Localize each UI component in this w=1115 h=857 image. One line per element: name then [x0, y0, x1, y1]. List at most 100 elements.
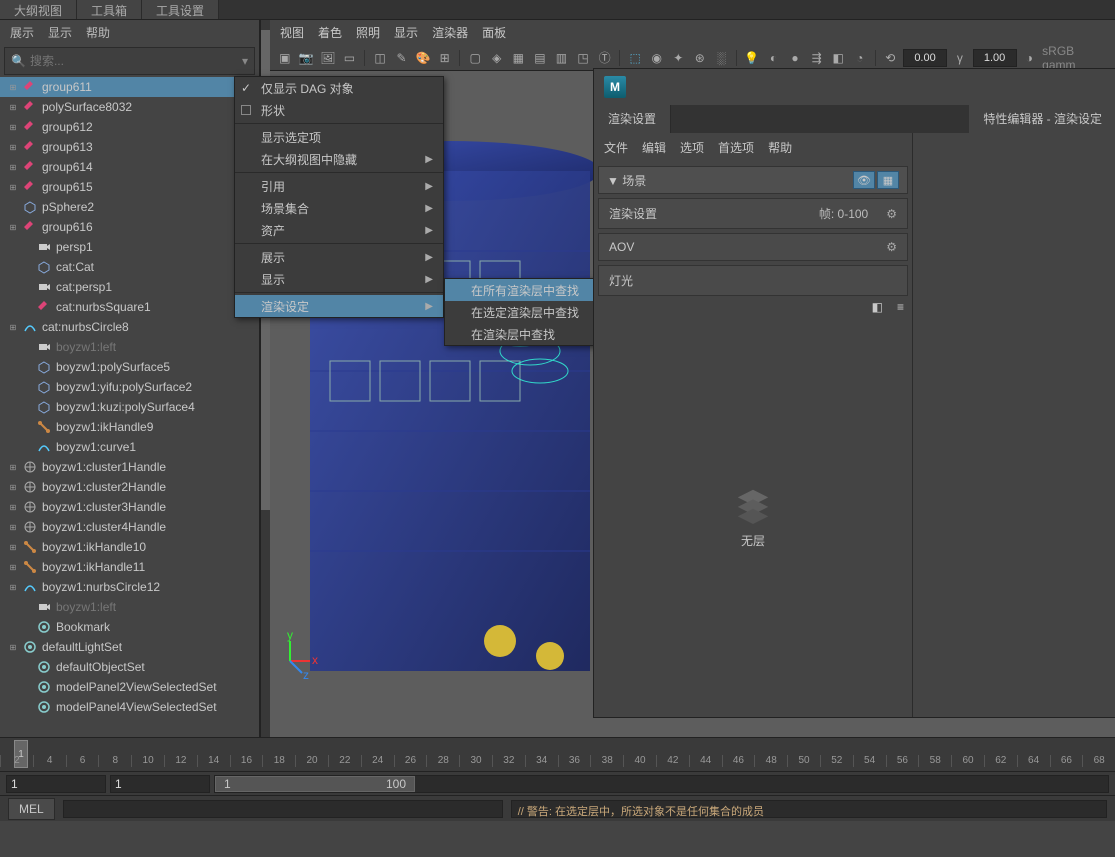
menu-item[interactable]: 场景集合▶: [235, 197, 443, 219]
vp-menu-renderer[interactable]: 渲染器: [432, 24, 468, 41]
menu-item[interactable]: 资产▶: [235, 219, 443, 241]
outliner-item[interactable]: modelPanel4ViewSelectedSet: [0, 697, 259, 717]
tab-render-settings[interactable]: 渲染设置: [594, 105, 671, 133]
camera-select-icon[interactable]: ▣: [276, 49, 294, 67]
lights-icon[interactable]: 💡: [743, 49, 761, 67]
outliner-item[interactable]: boyzw1:kuzi:polySurface4: [0, 397, 259, 417]
outliner-item[interactable]: modelPanel2ViewSelectedSet: [0, 677, 259, 697]
menu-item[interactable]: 渲染设定▶: [235, 295, 443, 317]
outliner-item[interactable]: boyzw1:yifu:polySurface2: [0, 377, 259, 397]
outliner-item[interactable]: ⊞boyzw1:ikHandle10: [0, 537, 259, 557]
resolution-gate-icon[interactable]: ▢: [466, 49, 484, 67]
gear-icon[interactable]: ⚙: [886, 207, 897, 221]
wireframe-icon[interactable]: ⊞: [436, 49, 454, 67]
outliner-item[interactable]: ⊞boyzw1:cluster2Handle: [0, 477, 259, 497]
rd-menu-options[interactable]: 选项: [680, 139, 704, 156]
safe-title-icon[interactable]: ▤: [531, 49, 549, 67]
tab-property-editor[interactable]: 特性编辑器 - 渲染设定: [969, 105, 1115, 133]
outliner-item[interactable]: ⊞group616: [0, 217, 259, 237]
tab-tool-settings[interactable]: 工具设置: [142, 0, 219, 19]
exposure-input[interactable]: [903, 49, 947, 67]
menu-item[interactable]: ✓仅显示 DAG 对象: [235, 77, 443, 99]
gear-icon[interactable]: ⚙: [886, 240, 897, 254]
outliner-item[interactable]: ⊞boyzw1:cluster1Handle: [0, 457, 259, 477]
vp-menu-shading[interactable]: 着色: [318, 24, 342, 41]
grid-icon[interactable]: ◫: [371, 49, 389, 67]
outliner-item[interactable]: boyzw1:curve1: [0, 437, 259, 457]
outliner-item[interactable]: ⊞polySurface8032: [0, 97, 259, 117]
outliner-item[interactable]: boyzw1:left: [0, 337, 259, 357]
gamma-icon[interactable]: γ: [951, 49, 969, 67]
range-slider[interactable]: 1100: [214, 775, 1109, 793]
menu-item[interactable]: 显示选定项: [235, 126, 443, 148]
outliner-context-menu[interactable]: ✓仅显示 DAG 对象形状显示选定项在大纲视图中隐藏▶ 引用▶场景集合▶资产▶ 展示…: [234, 76, 444, 318]
dropdown-icon[interactable]: ▾: [242, 54, 248, 68]
script-lang-toggle[interactable]: MEL: [8, 798, 55, 820]
scene-collapsible-header[interactable]: ▼ 场景 👁 ▦: [598, 166, 908, 194]
shadows-icon[interactable]: ◐: [765, 49, 783, 67]
vp-menu-view[interactable]: 视图: [280, 24, 304, 41]
rd-menu-prefs[interactable]: 首选项: [718, 139, 754, 156]
menu-item[interactable]: 在大纲视图中隐藏▶: [235, 148, 443, 170]
outliner-item[interactable]: persp1: [0, 237, 259, 257]
outliner-item[interactable]: boyzw1:polySurface5: [0, 357, 259, 377]
ao-icon[interactable]: ●: [786, 49, 804, 67]
filter-icon[interactable]: ◧: [872, 300, 883, 314]
menu-show[interactable]: 展示: [10, 24, 34, 41]
outliner-item[interactable]: ⊞boyzw1:nurbsCircle12: [0, 577, 259, 597]
outliner-item[interactable]: boyzw1:left: [0, 597, 259, 617]
range-start-input[interactable]: [6, 775, 106, 793]
xray-joints-icon[interactable]: ✦: [669, 49, 687, 67]
row-lights[interactable]: 灯光: [598, 265, 908, 296]
dof-icon[interactable]: ◔: [851, 49, 869, 67]
search-input[interactable]: [30, 52, 242, 70]
tab-toolbox[interactable]: 工具箱: [77, 0, 142, 19]
default-material-icon[interactable]: ░: [713, 49, 731, 67]
gamma-input[interactable]: [973, 49, 1017, 67]
timeline[interactable]: 1 24681012141618202224262830323436384042…: [0, 737, 1115, 771]
row-render-settings[interactable]: 渲染设置 帧: 0-100⚙: [598, 198, 908, 229]
renderer-icon[interactable]: ⟲: [881, 49, 899, 67]
row-aov[interactable]: AOV ⚙: [598, 233, 908, 261]
vp-menu-show[interactable]: 显示: [394, 24, 418, 41]
outliner-item[interactable]: ⊞defaultLightSet: [0, 637, 259, 657]
menu-item[interactable]: 显示▶: [235, 268, 443, 290]
outliner-item[interactable]: ⊞group614: [0, 157, 259, 177]
xray-icon[interactable]: ◉: [648, 49, 666, 67]
menu-item[interactable]: 形状: [235, 99, 443, 121]
outliner-item[interactable]: Bookmark: [0, 617, 259, 637]
visibility-icon[interactable]: 👁: [853, 171, 875, 189]
outliner-item[interactable]: ⊞boyzw1:ikHandle11: [0, 557, 259, 577]
xray-active-icon[interactable]: ⊛: [691, 49, 709, 67]
isolate-select-icon[interactable]: ⬚: [626, 49, 644, 67]
outliner-item[interactable]: defaultObjectSet: [0, 657, 259, 677]
rd-menu-help[interactable]: 帮助: [768, 139, 792, 156]
outliner-item[interactable]: ⊞group611: [0, 77, 259, 97]
grease-pencil-icon[interactable]: ✎: [393, 49, 411, 67]
anti-alias-icon[interactable]: ◧: [829, 49, 847, 67]
colorspace-icon[interactable]: ◑: [1021, 49, 1039, 67]
rd-menu-edit[interactable]: 编辑: [642, 139, 666, 156]
rd-menu-file[interactable]: 文件: [604, 139, 628, 156]
outliner-item[interactable]: cat:Cat: [0, 257, 259, 277]
single-perspective-icon[interactable]: ◳: [574, 49, 592, 67]
vp-menu-lighting[interactable]: 照明: [356, 24, 380, 41]
outliner-list[interactable]: ⊞group611⊞polySurface8032⊞group612⊞group…: [0, 77, 259, 737]
show-both-icon[interactable]: ▥: [553, 49, 571, 67]
menu-help[interactable]: 帮助: [86, 24, 110, 41]
outliner-item[interactable]: ⊞boyzw1:cluster3Handle: [0, 497, 259, 517]
hud-icon[interactable]: Ⓣ: [596, 49, 614, 67]
menu-item[interactable]: 引用▶: [235, 175, 443, 197]
motion-blur-icon[interactable]: ⇶: [808, 49, 826, 67]
outliner-item[interactable]: cat:nurbsSquare1: [0, 297, 259, 317]
outliner-item[interactable]: ⊞boyzw1:cluster4Handle: [0, 517, 259, 537]
gate-mask-icon[interactable]: ◈: [488, 49, 506, 67]
menu-display[interactable]: 显示: [48, 24, 72, 41]
grid-toggle-icon[interactable]: ▦: [877, 171, 899, 189]
command-input[interactable]: [63, 800, 503, 818]
range-start-inner-input[interactable]: [110, 775, 210, 793]
camera-bookmark-icon[interactable]: 📷: [298, 49, 316, 67]
list-icon[interactable]: ≡: [897, 300, 904, 314]
outliner-item[interactable]: ⊞group615: [0, 177, 259, 197]
menu-item[interactable]: 展示▶: [235, 246, 443, 268]
